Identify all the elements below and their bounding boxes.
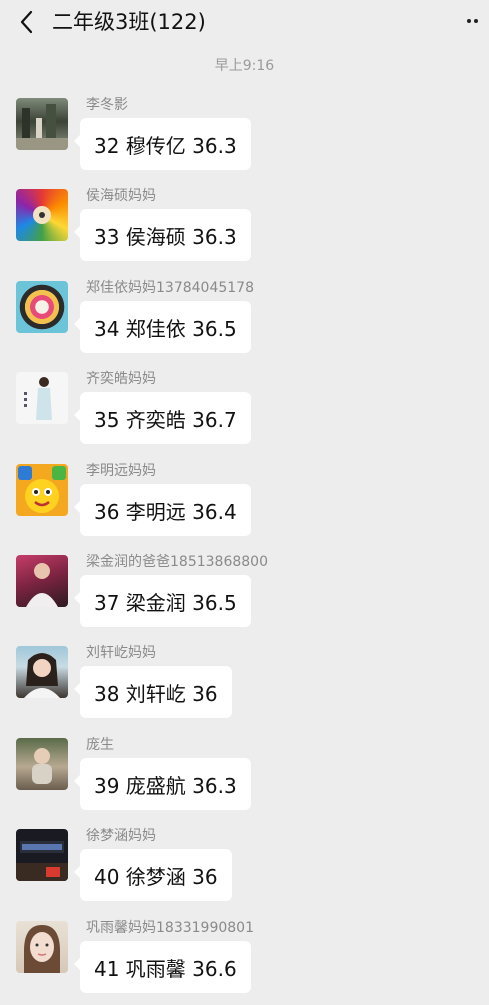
woman-face-avatar[interactable] xyxy=(16,921,68,973)
sender-name: 李冬影 xyxy=(86,97,128,113)
sender-name: 巩雨馨妈妈18331990801 xyxy=(86,920,254,936)
chat-message: 徐梦涵妈妈 40 徐梦涵 36 xyxy=(0,828,489,913)
sender-name: 侯海硕妈妈 xyxy=(86,188,156,204)
sender-name: 李明远妈妈 xyxy=(86,463,156,479)
chat-message: 李冬影 32 穆传亿 36.3 xyxy=(0,97,489,182)
message-bubble[interactable]: 38 刘轩屹 36 xyxy=(74,666,232,718)
time-divider: 早上9:16 xyxy=(214,58,275,74)
chat-message: 巩雨馨妈妈18331990801 41 巩雨馨 36.6 xyxy=(0,920,489,1005)
chat-message: 齐奕皓妈妈 35 齐奕皓 36.7 xyxy=(0,371,489,456)
sender-name: 郑佳依妈妈13784045178 xyxy=(86,280,254,296)
back-arrow-icon[interactable] xyxy=(14,9,38,35)
child-photo-avatar[interactable] xyxy=(16,738,68,790)
chat-message: 李明远妈妈 36 李明远 36.4 xyxy=(0,463,489,548)
chat-title: 二年级3班(122) xyxy=(52,10,206,34)
message-bubble[interactable]: 35 齐奕皓 36.7 xyxy=(74,392,251,444)
message-bubble[interactable]: 37 梁金润 36.5 xyxy=(74,575,251,627)
sender-name: 庞生 xyxy=(86,737,114,753)
sender-name: 刘轩屹妈妈 xyxy=(86,645,156,661)
sender-name: 齐奕皓妈妈 xyxy=(86,371,156,387)
chat-message: 刘轩屹妈妈 38 刘轩屹 36 xyxy=(0,645,489,730)
woman-portrait-avatar[interactable] xyxy=(16,372,68,424)
sender-name: 徐梦涵妈妈 xyxy=(86,828,156,844)
chat-message: 梁金润的爸爸18513868800 37 梁金润 36.5 xyxy=(0,554,489,639)
message-bubble[interactable]: 33 侯海硕 36.3 xyxy=(74,209,251,261)
message-bubble[interactable]: 39 庞盛航 36.3 xyxy=(74,758,251,810)
message-bubble[interactable]: 41 巩雨馨 36.6 xyxy=(74,941,251,993)
landscape-photo-avatar[interactable] xyxy=(16,98,68,150)
person-photo-avatar[interactable] xyxy=(16,555,68,607)
message-bubble[interactable]: 36 李明远 36.4 xyxy=(74,484,251,536)
chat-header: 二年级3班(122) xyxy=(0,0,489,44)
sender-name: 梁金润的爸爸18513868800 xyxy=(86,554,268,570)
message-bubble[interactable]: 34 郑佳依 36.5 xyxy=(74,301,251,353)
chat-message: 庞生 39 庞盛航 36.3 xyxy=(0,737,489,822)
more-options-icon[interactable] xyxy=(461,10,483,32)
chat-message: 郑佳依妈妈13784045178 34 郑佳依 36.5 xyxy=(0,280,489,365)
shop-sign-avatar[interactable] xyxy=(16,829,68,881)
woman-photo-avatar[interactable] xyxy=(16,646,68,698)
cartoon-game-avatar[interactable] xyxy=(16,464,68,516)
message-bubble[interactable]: 40 徐梦涵 36 xyxy=(74,849,232,901)
colored-pencils-avatar[interactable] xyxy=(16,189,68,241)
color-wheel-avatar[interactable] xyxy=(16,281,68,333)
message-bubble[interactable]: 32 穆传亿 36.3 xyxy=(74,118,251,170)
chat-message: 侯海硕妈妈 33 侯海硕 36.3 xyxy=(0,188,489,273)
